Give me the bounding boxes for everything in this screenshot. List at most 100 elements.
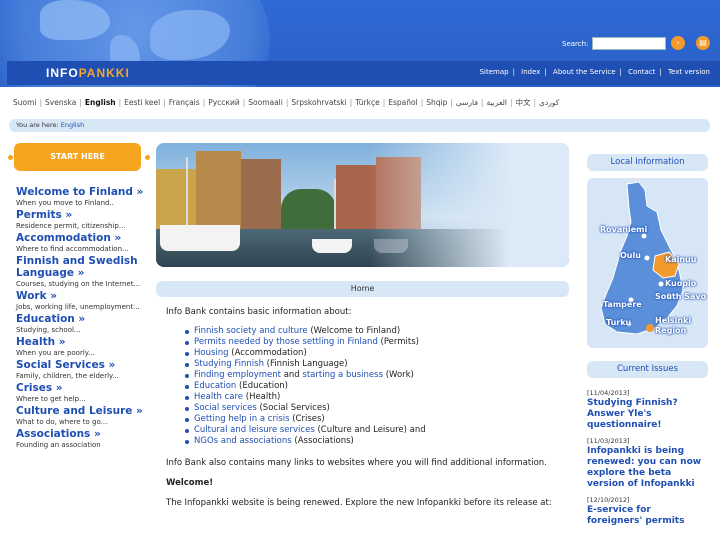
boat-mast xyxy=(186,157,188,227)
finland-map: Rovaniemi Oulu Kainuu Kuopio South Savo … xyxy=(587,178,708,348)
left-nav-link[interactable]: Accommodation » xyxy=(16,232,148,244)
language-link[interactable]: فارسی xyxy=(456,98,478,107)
left-nav-link[interactable]: Crises » xyxy=(16,382,148,394)
news-title-link[interactable]: Studying Finnish? Answer Yle's questionn… xyxy=(587,398,708,431)
topic-link[interactable]: Getting help in a crisis xyxy=(194,414,290,424)
topic-link[interactable]: Education xyxy=(194,381,236,391)
left-nav-description: Courses, studying on the Internet... xyxy=(16,280,141,288)
language-link[interactable]: Soomaali xyxy=(248,98,283,107)
news-date: [11/03/2013] xyxy=(587,437,630,445)
separator: | xyxy=(349,98,353,107)
left-nav-link[interactable]: Work » xyxy=(16,290,148,302)
language-link[interactable]: Suomi xyxy=(13,98,37,107)
topic-link[interactable]: Social services xyxy=(194,403,257,413)
topic-section: (Culture and Leisure) and xyxy=(314,425,426,435)
language-link[interactable]: Français xyxy=(169,98,200,107)
topic-section: (Finnish Language) xyxy=(263,359,348,369)
left-nav-item: Social Services » Family, children, the e… xyxy=(16,359,148,381)
topic-link[interactable]: Permits needed by those settling in Finl… xyxy=(194,337,378,347)
nav-sitemap[interactable]: Sitemap xyxy=(480,68,509,76)
language-link[interactable]: English xyxy=(85,98,116,107)
left-nav-link[interactable]: Education » xyxy=(16,313,148,325)
topic-link[interactable]: NGOs and associations xyxy=(194,436,292,446)
nav-index[interactable]: Index xyxy=(521,68,540,76)
map-city-kainuu[interactable]: Kainuu xyxy=(665,255,696,264)
search-go-button[interactable]: › xyxy=(671,36,685,50)
news-list: [11/04/2013] Studying Finnish? Answer Yle… xyxy=(587,389,708,533)
topic-section: (Associations) xyxy=(291,436,354,446)
separator: | xyxy=(450,98,453,107)
news-item: [11/03/2013] Infopankki is being renewed:… xyxy=(587,437,708,490)
topic-link[interactable]: Housing xyxy=(194,348,229,358)
topic-link[interactable]: starting a business xyxy=(302,370,383,380)
breadcrumb: You are here: English xyxy=(9,119,710,132)
main-content: Info Bank contains basic information abo… xyxy=(166,306,566,517)
map-city-oulu[interactable]: Oulu xyxy=(620,251,641,260)
topic-item: Housing (Accommodation) xyxy=(185,348,566,359)
print-button[interactable]: ▤ xyxy=(696,36,710,50)
map-city-kuopio[interactable]: Kuopio xyxy=(665,279,696,288)
topic-link[interactable]: Finding employment xyxy=(194,370,281,380)
nav-text-version[interactable]: Text version xyxy=(668,68,710,76)
map-city-rovaniemi[interactable]: Rovaniemi xyxy=(600,225,647,234)
map-city-tampere[interactable]: Tampere xyxy=(603,300,642,309)
map-city-south-savo[interactable]: South Savo xyxy=(655,292,706,301)
topic-item: Permits needed by those settling in Finl… xyxy=(185,337,566,348)
topic-link[interactable]: Cultural and leisure services xyxy=(194,425,315,435)
left-nav-link[interactable]: Welcome to Finland » xyxy=(16,186,148,198)
map-city-helsinki[interactable]: Helsinki Region xyxy=(655,316,699,336)
breadcrumb-current[interactable]: English xyxy=(61,121,84,129)
language-link[interactable]: کوردی xyxy=(539,98,559,107)
continent-shape xyxy=(40,0,110,40)
nav-contact[interactable]: Contact xyxy=(628,68,655,76)
search-input[interactable] xyxy=(592,37,666,50)
news-title-link[interactable]: Infopankki is being renewed: you can now… xyxy=(587,446,708,490)
top-nav: Sitemap | Index | About the Service | Conta… xyxy=(479,68,710,76)
topic-text: and xyxy=(281,370,303,380)
nav-about[interactable]: About the Service xyxy=(553,68,616,76)
language-link[interactable]: Türkçe xyxy=(355,98,379,107)
left-nav-description: Family, children, the elderly... xyxy=(16,372,119,380)
separator: | xyxy=(39,98,43,107)
left-nav-link[interactable]: Health » xyxy=(16,336,148,348)
building-shape xyxy=(156,169,196,229)
topic-link[interactable]: Studying Finnish xyxy=(194,359,264,369)
language-link[interactable]: Srpskohrvatski xyxy=(291,98,346,107)
site-logo[interactable]: INFOPANKKI xyxy=(46,66,130,80)
language-link[interactable]: 中文 xyxy=(515,98,530,107)
topic-link[interactable]: Health care xyxy=(194,392,243,402)
left-nav-link[interactable]: Finnish and Swedish Language » xyxy=(16,255,148,279)
language-link[interactable]: Svenska xyxy=(45,98,76,107)
map-city-turku[interactable]: Turku xyxy=(606,318,631,327)
language-link[interactable]: Shqip xyxy=(426,98,447,107)
left-nav-item: Health » When you are poorly... xyxy=(16,336,148,358)
news-title-link[interactable]: E-service for foreigners' permits xyxy=(587,505,708,527)
start-here-button[interactable]: START HERE xyxy=(14,143,141,171)
left-nav-link[interactable]: Culture and Leisure » xyxy=(16,405,148,417)
topic-item: Finding employment and starting a busine… xyxy=(185,370,566,381)
language-link[interactable]: Español xyxy=(388,98,417,107)
links-note: Info Bank also contains many links to we… xyxy=(166,458,547,468)
language-link[interactable]: Eesti keel xyxy=(124,98,160,107)
language-link[interactable]: العربية xyxy=(486,98,507,107)
topic-link[interactable]: Finnish society and culture xyxy=(194,326,308,336)
separator: | xyxy=(509,98,513,107)
language-link[interactable]: Русский xyxy=(208,98,240,107)
renewal-note: The Infopankki website is being renewed.… xyxy=(166,498,552,508)
left-nav-description: Where to get help... xyxy=(16,395,86,403)
topic-section: (Education) xyxy=(236,381,288,391)
left-nav-description: Residence permit, citizenship... xyxy=(16,222,126,230)
page-title-bar: Home xyxy=(156,281,569,297)
separator: | xyxy=(285,98,289,107)
separator: | xyxy=(163,98,166,107)
left-nav-link[interactable]: Social Services » xyxy=(16,359,148,371)
topic-section: (Accommodation) xyxy=(228,348,307,358)
news-date: [12/10/2012] xyxy=(587,496,630,504)
bullet-dot xyxy=(8,155,13,160)
separator: | xyxy=(480,98,484,107)
topic-item: Studying Finnish (Finnish Language) xyxy=(185,359,566,370)
left-nav-link[interactable]: Permits » xyxy=(16,209,148,221)
topic-section: (Work) xyxy=(383,370,414,380)
building-shape xyxy=(241,159,281,229)
left-nav-link[interactable]: Associations » xyxy=(16,428,148,440)
